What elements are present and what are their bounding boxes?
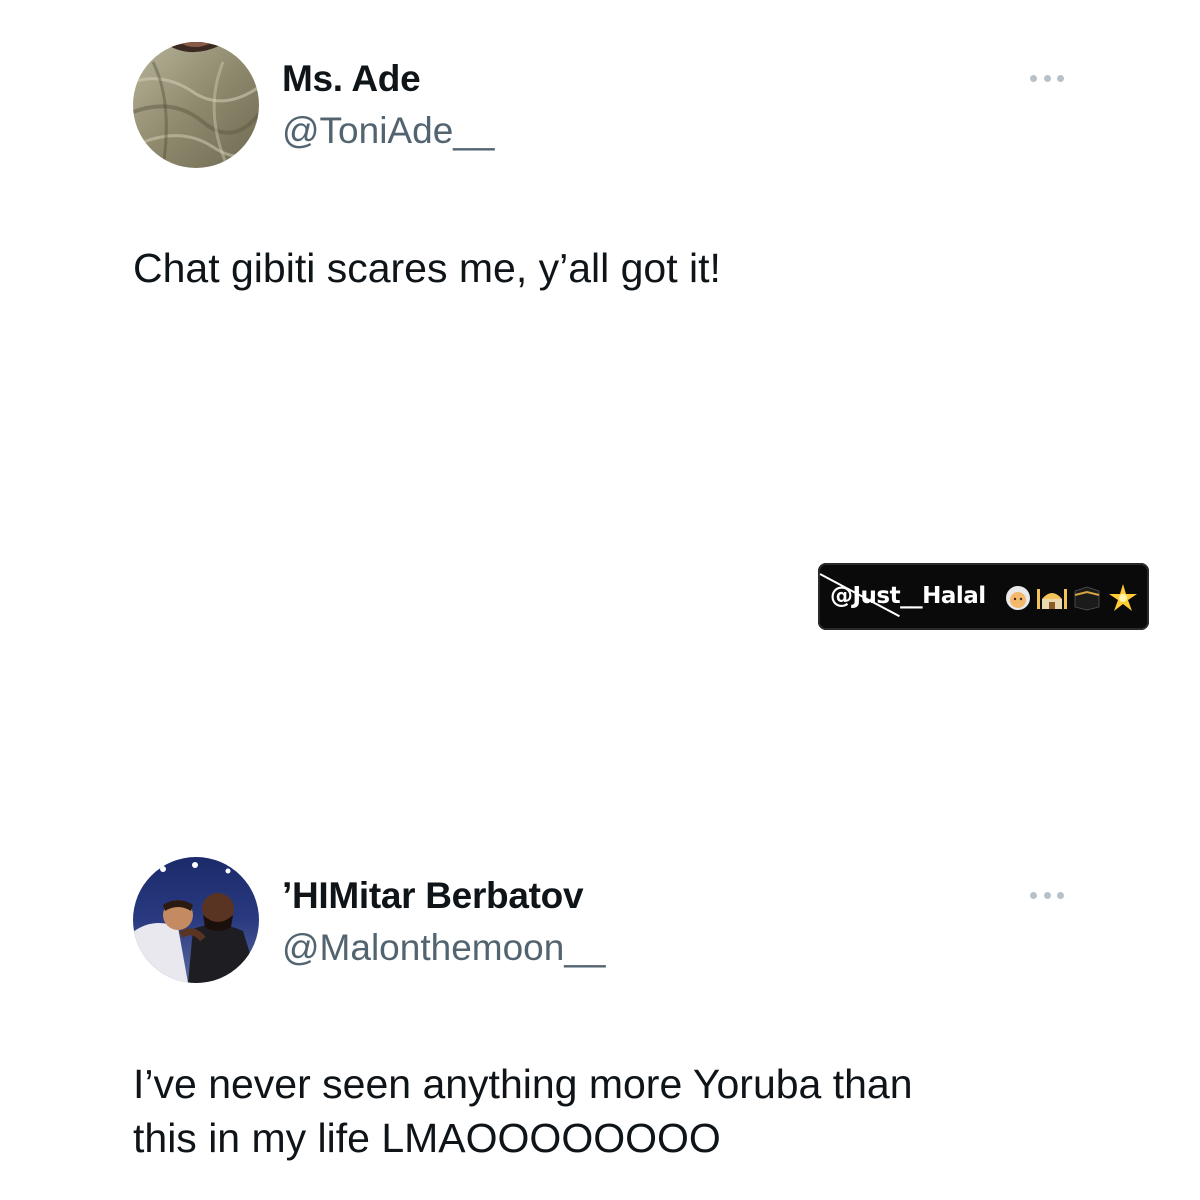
- sparkle-star-emoji-icon: [1109, 584, 1137, 611]
- tweet-text-line: I’ve never seen anything more Yoruba tha…: [133, 1061, 913, 1107]
- more-dot: [1043, 891, 1051, 899]
- tweet-text-line: Chat gibiti scares me, y’all got it!: [133, 245, 721, 291]
- user-handle[interactable]: @Malonthemoon__: [282, 927, 605, 969]
- tweet-text: Chat gibiti scares me, y’all got it!: [133, 241, 721, 295]
- avatar-image: [133, 857, 259, 983]
- more-dot: [1030, 74, 1037, 82]
- more-dot: [1043, 74, 1051, 82]
- avatar-image: [133, 42, 259, 168]
- tweet-text-line: this in my life LMAOOOOOOOO: [133, 1115, 721, 1161]
- more-dot: [1057, 74, 1064, 82]
- more-dot: [1057, 891, 1064, 899]
- avatar[interactable]: [133, 42, 259, 168]
- more-horizontal-icon[interactable]: [1030, 889, 1064, 901]
- watermark-text: @Just__Halal: [830, 583, 986, 609]
- display-name[interactable]: Ms. Ade: [282, 58, 421, 100]
- watermark-sticker: @Just__Halal: [818, 563, 1149, 630]
- kaaba-emoji-icon: [1074, 586, 1100, 611]
- grandmother-emoji-icon: [1006, 586, 1030, 610]
- more-horizontal-icon[interactable]: [1030, 72, 1064, 84]
- user-handle[interactable]: @ToniAde__: [282, 110, 494, 152]
- tweet-text: I’ve never seen anything more Yoruba tha…: [133, 1057, 913, 1165]
- more-dot: [1030, 891, 1037, 899]
- display-name[interactable]: ’HIMitar Berbatov: [282, 875, 584, 917]
- mosque-emoji-icon: [1037, 589, 1067, 609]
- avatar[interactable]: [133, 857, 259, 983]
